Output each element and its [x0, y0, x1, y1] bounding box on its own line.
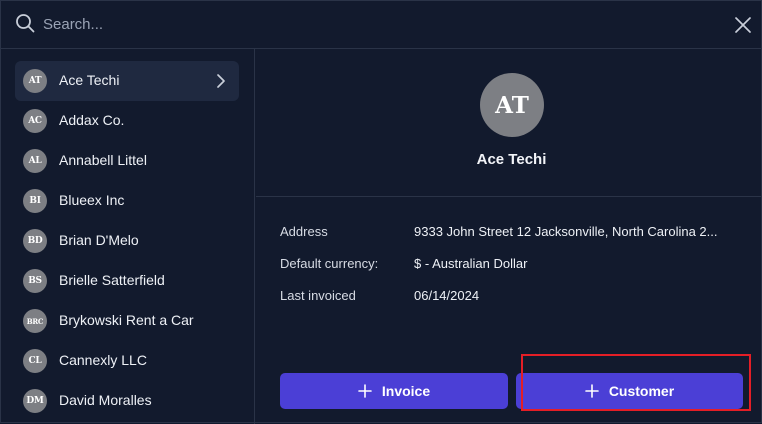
address-label: Address: [280, 224, 328, 239]
customer-name: Ace Techi: [59, 72, 120, 88]
plus-icon: [358, 384, 372, 398]
customer-name: Blueex Inc: [59, 192, 125, 208]
customer-detail-panel: AT Ace Techi Address 9333 John Street 12…: [256, 49, 762, 424]
customer-name: David Moralles: [59, 392, 152, 408]
search-icon: [16, 14, 35, 33]
customer-button-label: Customer: [608, 383, 675, 399]
avatar: DM: [23, 389, 47, 413]
list-item[interactable]: BI Blueex Inc: [15, 181, 239, 221]
customer-search-dialog: AT Ace Techi AC Addax Co. AL Annabell Li…: [0, 0, 762, 424]
list-item[interactable]: BRC Brykowski Rent a Car: [15, 301, 239, 341]
list-item[interactable]: BS Brielle Satterfield: [15, 261, 239, 301]
customer-name: Brian D'Melo: [59, 232, 139, 248]
add-invoice-button[interactable]: Invoice: [280, 373, 508, 409]
last-invoiced-value: 06/14/2024: [414, 288, 480, 303]
avatar: BS: [23, 269, 47, 293]
avatar: AL: [23, 149, 47, 173]
list-item[interactable]: AT Ace Techi: [15, 61, 239, 101]
search-bar: [1, 1, 762, 49]
avatar: AT: [480, 73, 544, 137]
plus-icon: [585, 384, 599, 398]
address-value: 9333 John Street 12 Jacksonville, North …: [414, 224, 718, 239]
list-item[interactable]: AL Annabell Littel: [15, 141, 239, 181]
search-input[interactable]: [43, 11, 693, 37]
list-item[interactable]: CL Cannexly LLC: [15, 341, 239, 381]
list-item[interactable]: BD Brian D'Melo: [15, 221, 239, 261]
avatar: BD: [23, 229, 47, 253]
avatar: BRC: [23, 309, 47, 333]
customer-name: Annabell Littel: [59, 152, 147, 168]
divider: [256, 196, 762, 197]
currency-value: $ - Australian Dollar: [414, 256, 528, 271]
chevron-right-icon: [217, 74, 225, 88]
invoice-button-label: Invoice: [381, 383, 431, 399]
list-item[interactable]: AC Addax Co.: [15, 101, 239, 141]
last-invoiced-label: Last invoiced: [280, 288, 356, 303]
avatar: BI: [23, 189, 47, 213]
customer-title: Ace Techi: [476, 151, 547, 168]
customer-list: AT Ace Techi AC Addax Co. AL Annabell Li…: [1, 49, 255, 424]
avatar: AT: [23, 69, 47, 93]
close-icon[interactable]: [733, 15, 753, 35]
avatar: CL: [23, 349, 47, 373]
avatar: AC: [23, 109, 47, 133]
customer-name: Brielle Satterfield: [59, 272, 165, 288]
currency-label: Default currency:: [280, 256, 379, 271]
customer-name: Cannexly LLC: [59, 352, 147, 368]
add-customer-button[interactable]: Customer: [516, 373, 743, 409]
customer-name: Brykowski Rent a Car: [59, 312, 194, 328]
customer-name: Addax Co.: [59, 112, 125, 128]
list-item[interactable]: DM David Moralles: [15, 381, 239, 421]
